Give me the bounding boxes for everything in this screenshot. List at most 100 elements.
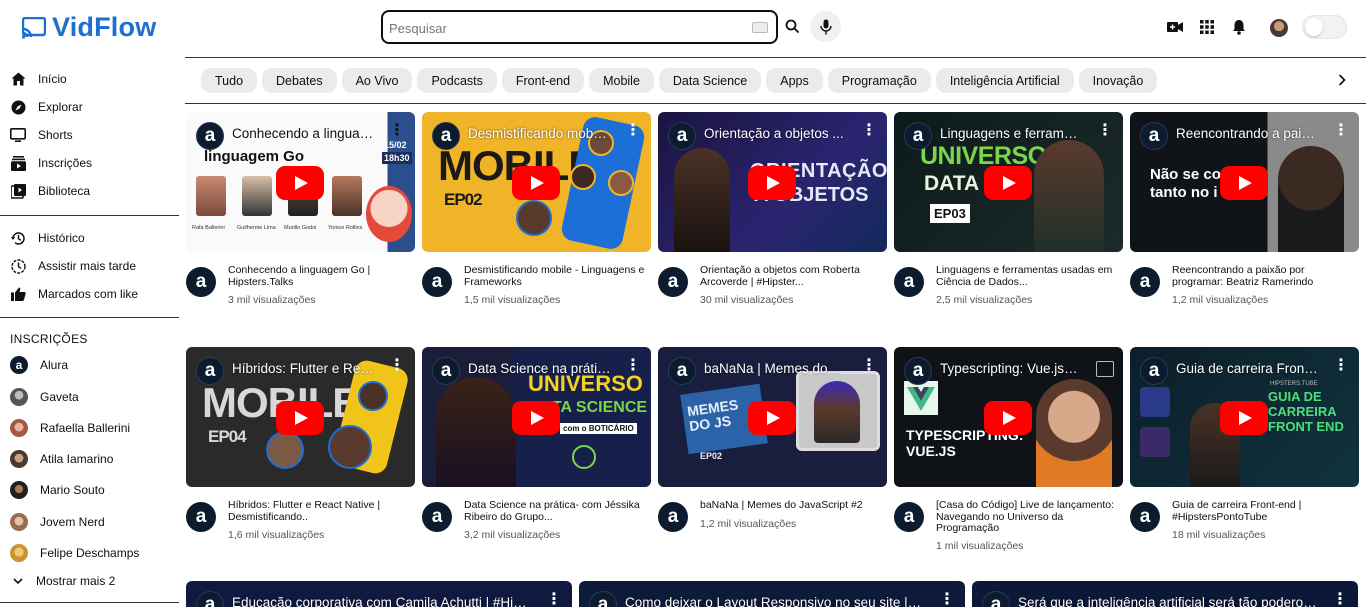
video-title[interactable]: baNaNa | Memes do JavaScript #2	[700, 499, 886, 512]
video-thumbnail[interactable]: UNIVERSO DATA SCIENCE com o BOTICÁRIO a …	[422, 347, 651, 487]
chip-debates[interactable]: Debates	[262, 68, 337, 93]
channel-avatar[interactable]: a	[894, 267, 924, 297]
sidebar-sub-mario-souto[interactable]: Mario Souto	[10, 479, 175, 501]
more-options-icon[interactable]: ⋮	[861, 358, 877, 374]
chip-programacao[interactable]: Programação	[827, 68, 931, 93]
video-thumbnail[interactable]: MEMES DO JS EP02 a baNaNa | Memes do… ⋮	[658, 347, 887, 487]
channel-avatar[interactable]: a	[186, 267, 216, 297]
thumb-time: 18h30	[382, 152, 412, 164]
more-options-icon[interactable]: ⋮	[1333, 358, 1349, 374]
theme-toggle[interactable]	[1302, 15, 1347, 39]
video-thumbnail[interactable]: MOBILE EP04 a Híbridos: Flutter e Re… ⋮	[186, 347, 415, 487]
video-title[interactable]: Guia de carreira Front-end | #HipstersPo…	[1172, 499, 1358, 523]
channel-avatar[interactable]: a	[422, 267, 452, 297]
video-thumbnail[interactable]: a Como deixar o Layout Responsivo no seu…	[579, 581, 965, 607]
chip-data-science[interactable]: Data Science	[658, 68, 762, 93]
play-icon[interactable]	[276, 166, 324, 200]
chips-divider	[185, 103, 1366, 104]
sidebar-item-marcados-com-like[interactable]: Marcados com like	[10, 283, 175, 305]
more-options-icon[interactable]: ⋮	[389, 123, 405, 139]
chips-next-button[interactable]	[1334, 72, 1350, 88]
sidebar-sub-gaveta[interactable]: Gaveta	[10, 386, 175, 408]
chip-podcasts[interactable]: Podcasts	[417, 68, 497, 93]
channel-avatar[interactable]: a	[658, 502, 688, 532]
play-icon[interactable]	[748, 401, 796, 435]
video-title[interactable]: Reencontrando a paixão por programar: Be…	[1172, 264, 1358, 288]
chip-apps[interactable]: Apps	[766, 68, 823, 93]
video-thumbnail[interactable]: HIPSTERS.TUBE GUIA DE CARREIRA FRONT END…	[1130, 347, 1359, 487]
video-thumbnail[interactable]: MOBILE EP02 a Desmistificando mob… ⋮	[422, 112, 651, 252]
video-title[interactable]: Conhecendo a linguagem Go | Hipsters.Tal…	[228, 264, 414, 288]
apps-grid-icon[interactable]	[1199, 19, 1215, 35]
video-title[interactable]: Linguagens e ferramentas usadas em Ciênc…	[936, 264, 1122, 288]
sidebar-item-inscricoes[interactable]: Inscrições	[10, 152, 175, 174]
channel-avatar[interactable]: a	[1130, 267, 1160, 297]
channel-avatar[interactable]: a	[422, 502, 452, 532]
chip-front-end[interactable]: Front-end	[501, 68, 585, 93]
play-icon[interactable]	[1220, 401, 1268, 435]
keyboard-icon[interactable]	[752, 22, 768, 33]
more-options-icon[interactable]: ⋮	[939, 592, 955, 607]
sidebar-sub-rafaella-ballerini[interactable]: Rafaella Ballerini	[10, 417, 175, 439]
channel-avatar[interactable]: a	[186, 502, 216, 532]
video-thumbnail[interactable]: a Será que a inteligência artificial ser…	[972, 581, 1358, 607]
sidebar-sub-atila-iamarino[interactable]: Atila Iamarino	[10, 448, 175, 470]
search-input[interactable]	[389, 18, 739, 38]
add-to-queue-icon[interactable]	[1096, 361, 1114, 377]
thumb-title: Typescripting: Vue.js …	[940, 361, 1080, 376]
play-icon[interactable]	[984, 166, 1032, 200]
play-icon[interactable]	[984, 401, 1032, 435]
video-thumbnail[interactable]: ORIENTAÇÃO A OBJETOS a Orientação a obje…	[658, 112, 887, 252]
thumb-person	[1034, 140, 1104, 252]
create-video-icon[interactable]	[1167, 19, 1183, 35]
video-title[interactable]: Orientação a objetos com Roberta Arcover…	[700, 264, 886, 288]
chip-tudo[interactable]: Tudo	[201, 68, 258, 93]
sidebar-item-biblioteca[interactable]: Biblioteca	[10, 180, 175, 202]
search-button[interactable]	[778, 10, 806, 42]
show-more-button[interactable]: Mostrar mais 2	[10, 570, 175, 592]
more-options-icon[interactable]: ⋮	[546, 592, 562, 607]
app-logo[interactable]: VidFlow	[22, 12, 156, 43]
chip-ao-vivo[interactable]: Ao Vivo	[341, 68, 413, 93]
video-thumbnail[interactable]: Não se co tanto no i a Reencontrando a p…	[1130, 112, 1359, 252]
video-title[interactable]: Data Science na prática- com Jéssika Rib…	[464, 499, 650, 523]
play-icon[interactable]	[748, 166, 796, 200]
more-options-icon[interactable]: ⋮	[389, 358, 405, 374]
play-icon[interactable]	[512, 401, 560, 435]
sidebar-item-explorar[interactable]: Explorar	[10, 96, 175, 118]
video-thumbnail[interactable]: TYPESCRIPTING: VUE.JS a Typescripting: V…	[894, 347, 1123, 487]
more-options-icon[interactable]: ⋮	[1097, 123, 1113, 139]
channel-avatar[interactable]: a	[894, 502, 924, 532]
channel-avatar[interactable]: a	[658, 267, 688, 297]
notifications-bell-icon[interactable]	[1231, 19, 1247, 35]
thumb-person	[1140, 427, 1170, 457]
thumb-episode: EP03	[930, 204, 970, 223]
sidebar-item-inicio[interactable]: Início	[10, 68, 175, 90]
sidebar-sub-jovem-nerd[interactable]: Jovem Nerd	[10, 511, 175, 533]
chip-inteligencia-artificial[interactable]: Inteligência Artificial	[935, 68, 1074, 93]
play-icon[interactable]	[1220, 166, 1268, 200]
sidebar-item-assistir-mais-tarde[interactable]: Assistir mais tarde	[10, 255, 175, 277]
more-options-icon[interactable]: ⋮	[1333, 123, 1349, 139]
play-icon[interactable]	[512, 166, 560, 200]
more-options-icon[interactable]: ⋮	[625, 358, 641, 374]
channel-avatar[interactable]: a	[1130, 502, 1160, 532]
video-thumbnail[interactable]: linguagem Go 15/02 18h30 Rafa Ballerini …	[186, 112, 415, 252]
user-avatar[interactable]	[1270, 19, 1288, 37]
voice-search-button[interactable]	[810, 11, 841, 42]
more-options-icon[interactable]: ⋮	[1332, 592, 1348, 607]
play-icon[interactable]	[276, 401, 324, 435]
sidebar-item-historico[interactable]: Histórico	[10, 227, 175, 249]
video-title[interactable]: Desmistificando mobile - Linguagens e Fr…	[464, 264, 650, 288]
chip-inovacao[interactable]: Inovação	[1078, 68, 1158, 93]
video-title[interactable]: Híbridos: Flutter e React Native | Desmi…	[228, 499, 414, 523]
more-options-icon[interactable]: ⋮	[625, 123, 641, 139]
sidebar-sub-alura[interactable]: a Alura	[10, 354, 175, 376]
video-title[interactable]: [Casa do Código] Live de lançamento: Nav…	[936, 499, 1122, 535]
video-thumbnail[interactable]: UNIVERSO DATA SC EP03 a Linguagens e fer…	[894, 112, 1123, 252]
more-options-icon[interactable]: ⋮	[861, 123, 877, 139]
chip-mobile[interactable]: Mobile	[589, 68, 654, 93]
video-thumbnail[interactable]: a Educação corporativa com Camila Achutt…	[186, 581, 572, 607]
sidebar-item-shorts[interactable]: Shorts	[10, 124, 175, 146]
sidebar-sub-felipe-deschamps[interactable]: Felipe Deschamps	[10, 542, 175, 564]
